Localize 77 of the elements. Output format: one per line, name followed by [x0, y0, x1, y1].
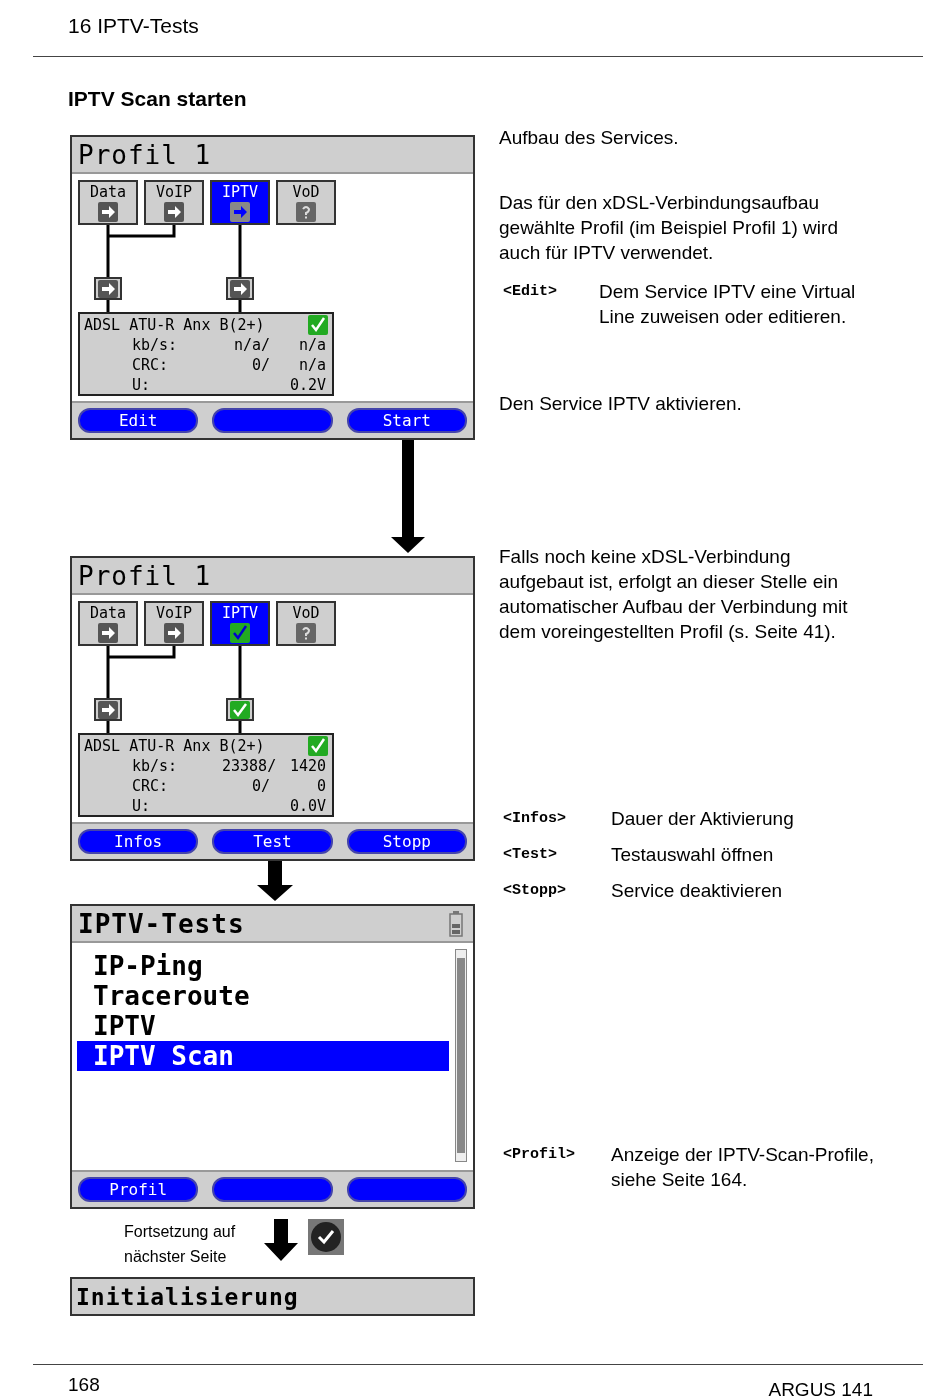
service-tile[interactable]: IPTV — [210, 601, 270, 646]
stat-value: n/a/ — [233, 336, 270, 354]
line-mode: ADSL ATU-R Anx B(2+) — [84, 736, 265, 756]
description-text: Dem Service IPTV eine Virtual Line zuweisen oder editieren. — [599, 280, 857, 329]
scrollbar[interactable] — [455, 949, 467, 1162]
screen-title: Profil 1 — [78, 560, 212, 591]
service-tile[interactable]: VoD — [276, 601, 336, 646]
stat-value: n/a — [298, 356, 326, 374]
stat-value: 0.2V — [289, 376, 326, 394]
connector-line — [106, 300, 110, 312]
unknown-icon — [296, 202, 316, 222]
softkey-button[interactable]: Test — [212, 829, 333, 854]
menu-item[interactable]: IPTV Scan — [77, 1041, 449, 1071]
confirm-icon — [308, 1219, 344, 1255]
down-arrow-icon — [264, 1219, 298, 1261]
unknown-icon — [296, 623, 316, 643]
connector-line — [238, 300, 242, 312]
screen-title: Profil 1 — [78, 139, 212, 170]
stat-value: 0/ — [251, 356, 270, 374]
line-mode: ADSL ATU-R Anx B(2+) — [84, 315, 265, 335]
softkey-button[interactable]: Infos — [78, 829, 199, 854]
description-text: Dauer der Aktivierung — [611, 807, 795, 831]
connector-line — [238, 721, 242, 733]
stat-value: 0.0V — [289, 797, 326, 815]
section-heading: IPTV Scan starten — [68, 87, 248, 112]
chapter-header: 16 IPTV-Tests — [68, 14, 199, 37]
menu-item[interactable]: Traceroute — [77, 981, 449, 1011]
down-arrow-icon — [257, 861, 293, 901]
description-text: Falls noch keine xDSL-Verbindung aufgebaut ist, erfolgt an dieser Stelle ein automatischer Aufbau der Verbindung mit dem voreingestellten Profil (s. Seite 41). — [499, 545, 849, 644]
softkey-button[interactable] — [346, 1177, 467, 1202]
product-name: ARGUS 141 — [768, 1379, 873, 1398]
description-text: Testauswahl öffnen — [611, 843, 775, 867]
stat-label: kb/s: — [132, 335, 179, 355]
service-tile[interactable]: VoIP — [144, 601, 204, 646]
softkey-reference: <Stopp> — [502, 881, 567, 901]
menu-item[interactable]: IP-Ping — [77, 951, 449, 981]
description-text: Den Service IPTV aktivieren. — [499, 392, 743, 416]
service-tile[interactable]: VoIP — [144, 180, 204, 225]
stat-value: n/a — [298, 336, 326, 354]
softkey-reference: <Profil> — [502, 1145, 576, 1165]
stat-label: U: — [132, 796, 152, 816]
description-text: Anzeige der IPTV-Scan-Profile, siehe Seite 164. — [611, 1143, 875, 1192]
continuation-note: Fortsetzung auf nächster Seite — [124, 1222, 237, 1267]
softkey-reference: <Edit> — [502, 282, 558, 302]
softkey-button[interactable] — [212, 408, 333, 433]
stat-value: 1420 — [289, 757, 326, 775]
check-icon — [230, 623, 250, 643]
softkey-button[interactable]: Edit — [78, 408, 199, 433]
connector-line — [238, 646, 242, 698]
stat-value: 0 — [316, 777, 326, 795]
service-tile[interactable]: Data — [78, 180, 138, 225]
description-text: Das für den xDSL-Verbindungsaufbau gewählte Profil (im Beispiel Profil 1) wird auch für IPTV verwendet. — [499, 191, 839, 265]
stat-value: 0/ — [251, 777, 270, 795]
screen-title: IPTV-Tests — [78, 908, 245, 939]
status-text: Initialisierung — [76, 1283, 299, 1310]
stat-label: CRC: — [132, 355, 170, 375]
stat-label: U: — [132, 375, 152, 395]
stat-label: CRC: — [132, 776, 170, 796]
softkey-button[interactable]: Stopp — [346, 829, 467, 854]
description-text: Aufbau des Services. — [499, 126, 680, 150]
connector-line — [238, 225, 242, 277]
softkey-button[interactable] — [212, 1177, 333, 1202]
connector-line — [106, 721, 110, 733]
menu-item[interactable]: IPTV — [77, 1011, 449, 1041]
service-tile[interactable]: Data — [78, 601, 138, 646]
softkey-reference: <Test> — [502, 845, 558, 865]
battery-icon — [449, 910, 463, 937]
softkey-button[interactable]: Profil — [78, 1177, 199, 1202]
description-text: Service deaktivieren — [611, 879, 784, 903]
page-number: 168 — [68, 1374, 100, 1397]
stat-label: kb/s: — [132, 756, 179, 776]
softkey-reference: <Infos> — [502, 809, 567, 829]
stat-value: 23388/ — [222, 757, 277, 775]
service-tile[interactable]: VoD — [276, 180, 336, 225]
down-arrow-icon — [391, 440, 425, 553]
service-tile[interactable]: IPTV — [210, 180, 270, 225]
softkey-button[interactable]: Start — [346, 408, 467, 433]
